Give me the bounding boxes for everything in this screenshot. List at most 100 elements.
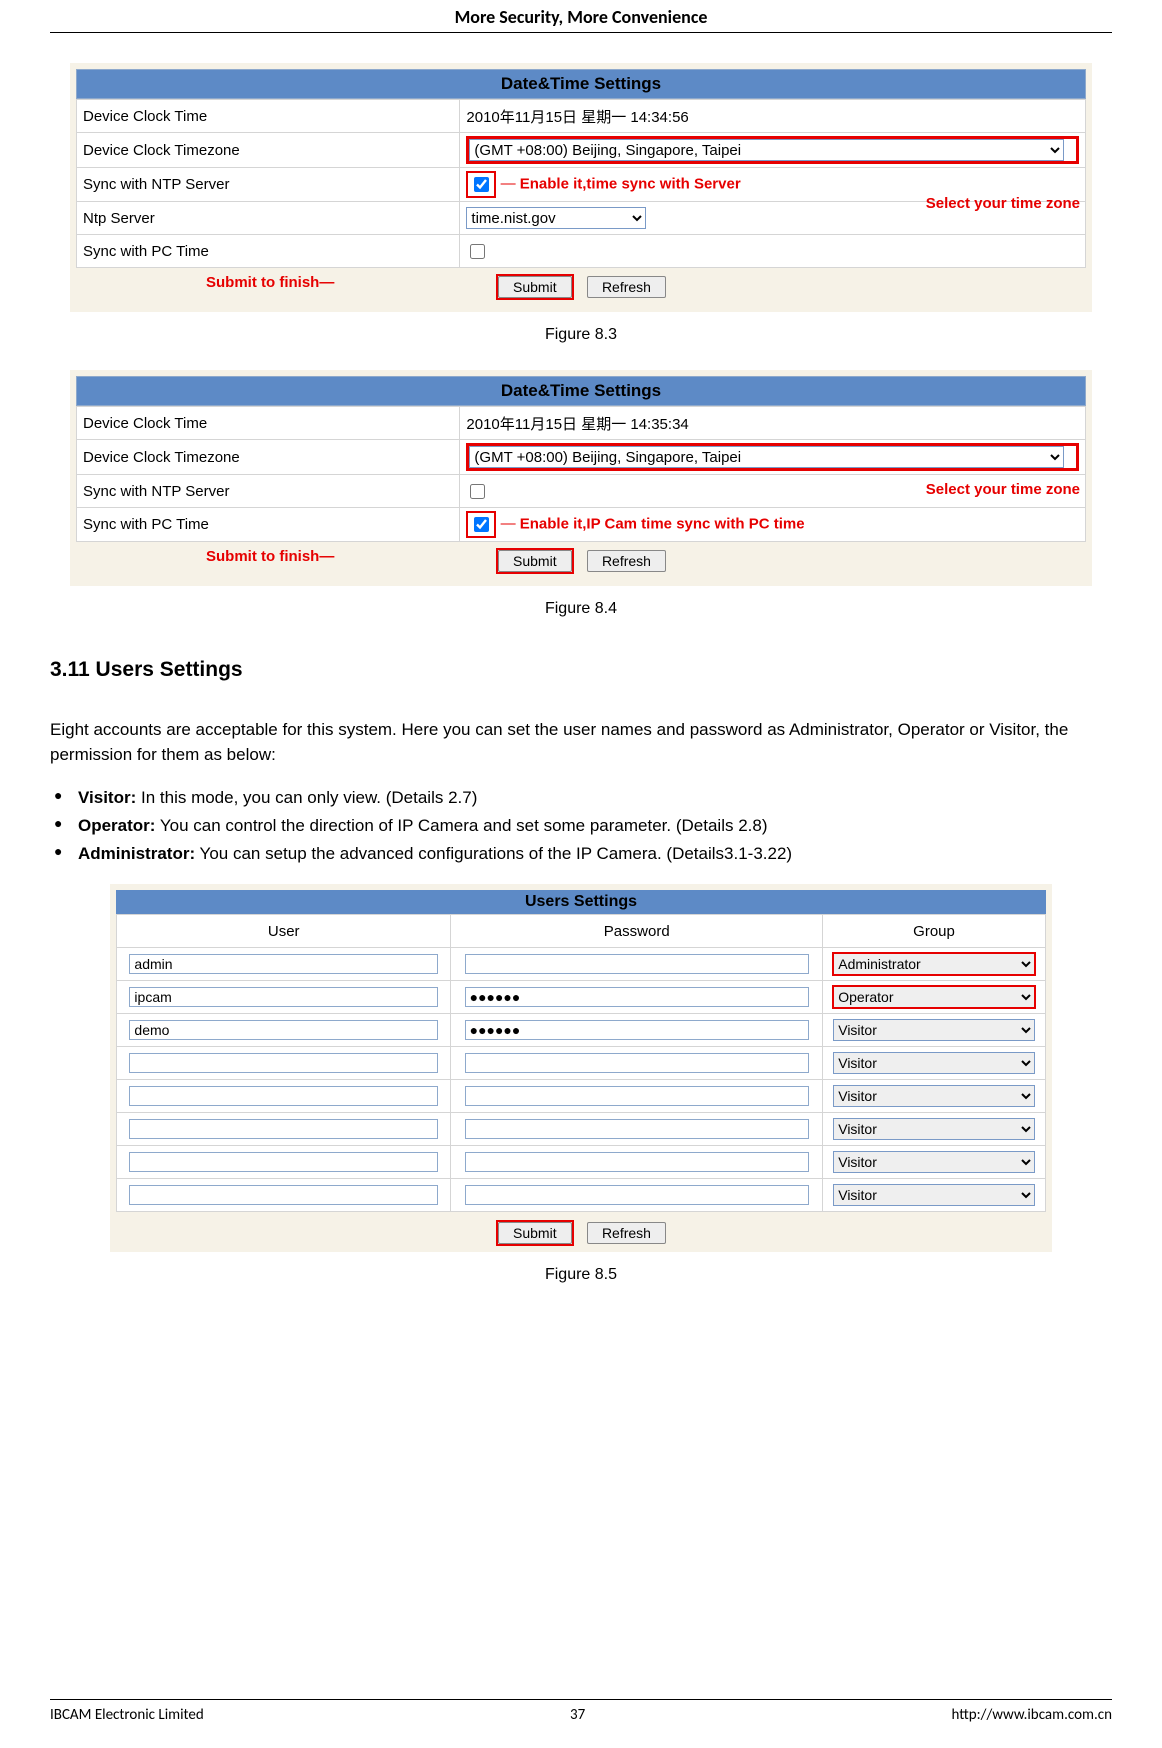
timezone-select[interactable]: (GMT +08:00) Beijing, Singapore, Taipei [469,139,1063,161]
footer-url: http://www.ibcam.com.cn [952,1706,1112,1724]
value-device-clock-time: 2010年11月15日 星期一 14:34:56 [460,100,1086,133]
label-ntp-server: Ntp Server [77,202,460,235]
table-row: Visitor [117,1014,1046,1047]
password-input[interactable] [465,1020,809,1040]
figure-caption-3: Figure 8.5 [50,1266,1112,1284]
users-button-row: Submit Refresh [116,1212,1046,1246]
bullet-operator: Operator: You can control the direction … [50,812,1112,840]
sync-ntp-checkbox[interactable] [474,177,489,192]
table-row: Visitor [117,1047,1046,1080]
panel-title: Date&Time Settings [76,69,1086,99]
cell-device-clock-tz: (GMT +08:00) Beijing, Singapore, Taipei [460,133,1086,168]
sync-pc-checkbox[interactable] [470,244,485,259]
timezone-select-2[interactable]: (GMT +08:00) Beijing, Singapore, Taipei [469,446,1063,468]
bullet-list: Visitor: In this mode, you can only view… [50,784,1112,868]
password-input[interactable] [465,1185,809,1205]
label-sync-pc: Sync with PC Time [77,235,460,268]
user-input[interactable] [129,1020,438,1040]
label-sync-ntp-2: Sync with NTP Server [77,475,460,508]
table-row: Administrator [117,948,1046,981]
group-select[interactable]: Visitor [833,1118,1035,1140]
table-row: Visitor [117,1179,1046,1212]
page-footer: IBCAM Electronic Limited 37 http://www.i… [50,1699,1112,1724]
group-select[interactable]: Administrator [833,953,1035,975]
datetime-table-2: Device Clock Time 2010年11月15日 星期一 14:35:… [76,406,1086,542]
label-device-clock-time: Device Clock Time [77,100,460,133]
label-device-clock-tz: Device Clock Timezone [77,133,460,168]
figure-caption-1: Figure 8.3 [50,326,1112,344]
label-sync-pc-2: Sync with PC Time [77,508,460,542]
password-input[interactable] [465,1086,809,1106]
datetime-panel-2: Date&Time Settings Device Clock Time 201… [70,370,1092,586]
col-password: Password [451,915,823,948]
ntp-server-select[interactable]: time.nist.gov [466,207,646,229]
annot-submit-finish-2: Submit to finish— [206,548,334,565]
figure-caption-2: Figure 8.4 [50,600,1112,618]
cell-sync-ntp-2: Select your time zone [460,475,1086,508]
col-group: Group [823,915,1046,948]
password-input[interactable] [465,987,809,1007]
user-input[interactable] [129,954,438,974]
password-input[interactable] [465,1152,809,1172]
annot-enable-pc: Enable it,IP Cam time sync with PC time [520,515,805,532]
user-input[interactable] [129,987,438,1007]
refresh-button-2[interactable]: Refresh [587,550,666,572]
users-panel-title: Users Settings [116,890,1046,914]
table-row: Visitor [117,1146,1046,1179]
group-select[interactable]: Visitor [833,1085,1035,1107]
button-row-1: Submit to finish— Submit Refresh [76,268,1086,300]
bullet-visitor: Visitor: In this mode, you can only view… [50,784,1112,812]
annot-submit-finish: Submit to finish— [206,274,334,291]
value-device-clock-time-2: 2010年11月15日 星期一 14:35:34 [460,407,1086,440]
submit-button-2[interactable]: Submit [498,550,572,572]
header-divider [50,32,1112,33]
group-select[interactable]: Visitor [833,1052,1035,1074]
datetime-table-1: Device Clock Time 2010年11月15日 星期一 14:34:… [76,99,1086,268]
annot-select-timezone-2: Select your time zone [926,481,1080,498]
cell-device-clock-tz-2: (GMT +08:00) Beijing, Singapore, Taipei [460,440,1086,475]
user-input[interactable] [129,1152,438,1172]
label-device-clock-tz-2: Device Clock Timezone [77,440,460,475]
bullet-administrator: Administrator: You can setup the advance… [50,840,1112,868]
password-input[interactable] [465,1053,809,1073]
footer-page-number: 37 [570,1706,585,1724]
button-row-2: Submit to finish— Submit Refresh [76,542,1086,574]
page-header-title: More Security, More Convenience [50,0,1112,32]
cell-ntp-server: time.nist.gov Select your time zone [460,202,1086,235]
user-input[interactable] [129,1086,438,1106]
table-row: Visitor [117,1080,1046,1113]
password-input[interactable] [465,1119,809,1139]
annot-dash-icon: — [501,175,516,192]
label-sync-ntp: Sync with NTP Server [77,168,460,202]
cell-sync-pc-2: — Enable it,IP Cam time sync with PC tim… [460,508,1086,542]
annot-enable-ntp: Enable it,time sync with Server [520,175,741,192]
table-row: Operator [117,981,1046,1014]
sync-ntp-checkbox-2[interactable] [470,484,485,499]
sync-pc-checkbox-2[interactable] [474,517,489,532]
cell-sync-pc [460,235,1086,268]
group-select[interactable]: Operator [833,986,1035,1008]
panel-title-2: Date&Time Settings [76,376,1086,406]
datetime-panel-1: Date&Time Settings Device Clock Time 201… [70,63,1092,312]
group-select[interactable]: Visitor [833,1019,1035,1041]
user-input[interactable] [129,1119,438,1139]
password-input[interactable] [465,954,809,974]
label-device-clock-time-2: Device Clock Time [77,407,460,440]
col-user: User [117,915,451,948]
group-select[interactable]: Visitor [833,1151,1035,1173]
users-submit-button[interactable]: Submit [498,1222,572,1244]
users-table: User Password Group Administrator Operato… [116,914,1046,1212]
annot-dash-icon-2: — [501,515,516,532]
table-row: Visitor [117,1113,1046,1146]
refresh-button[interactable]: Refresh [587,276,666,298]
users-refresh-button[interactable]: Refresh [587,1222,666,1244]
section-paragraph: Eight accounts are acceptable for this s… [50,718,1112,767]
section-heading: 3.11 Users Settings [50,658,1112,682]
users-panel: Users Settings User Password Group Admin… [110,884,1052,1252]
group-select[interactable]: Visitor [833,1184,1035,1206]
user-input[interactable] [129,1053,438,1073]
user-input[interactable] [129,1185,438,1205]
footer-left: IBCAM Electronic Limited [50,1706,204,1724]
submit-button[interactable]: Submit [498,276,572,298]
annot-select-timezone: Select your time zone [926,195,1080,212]
